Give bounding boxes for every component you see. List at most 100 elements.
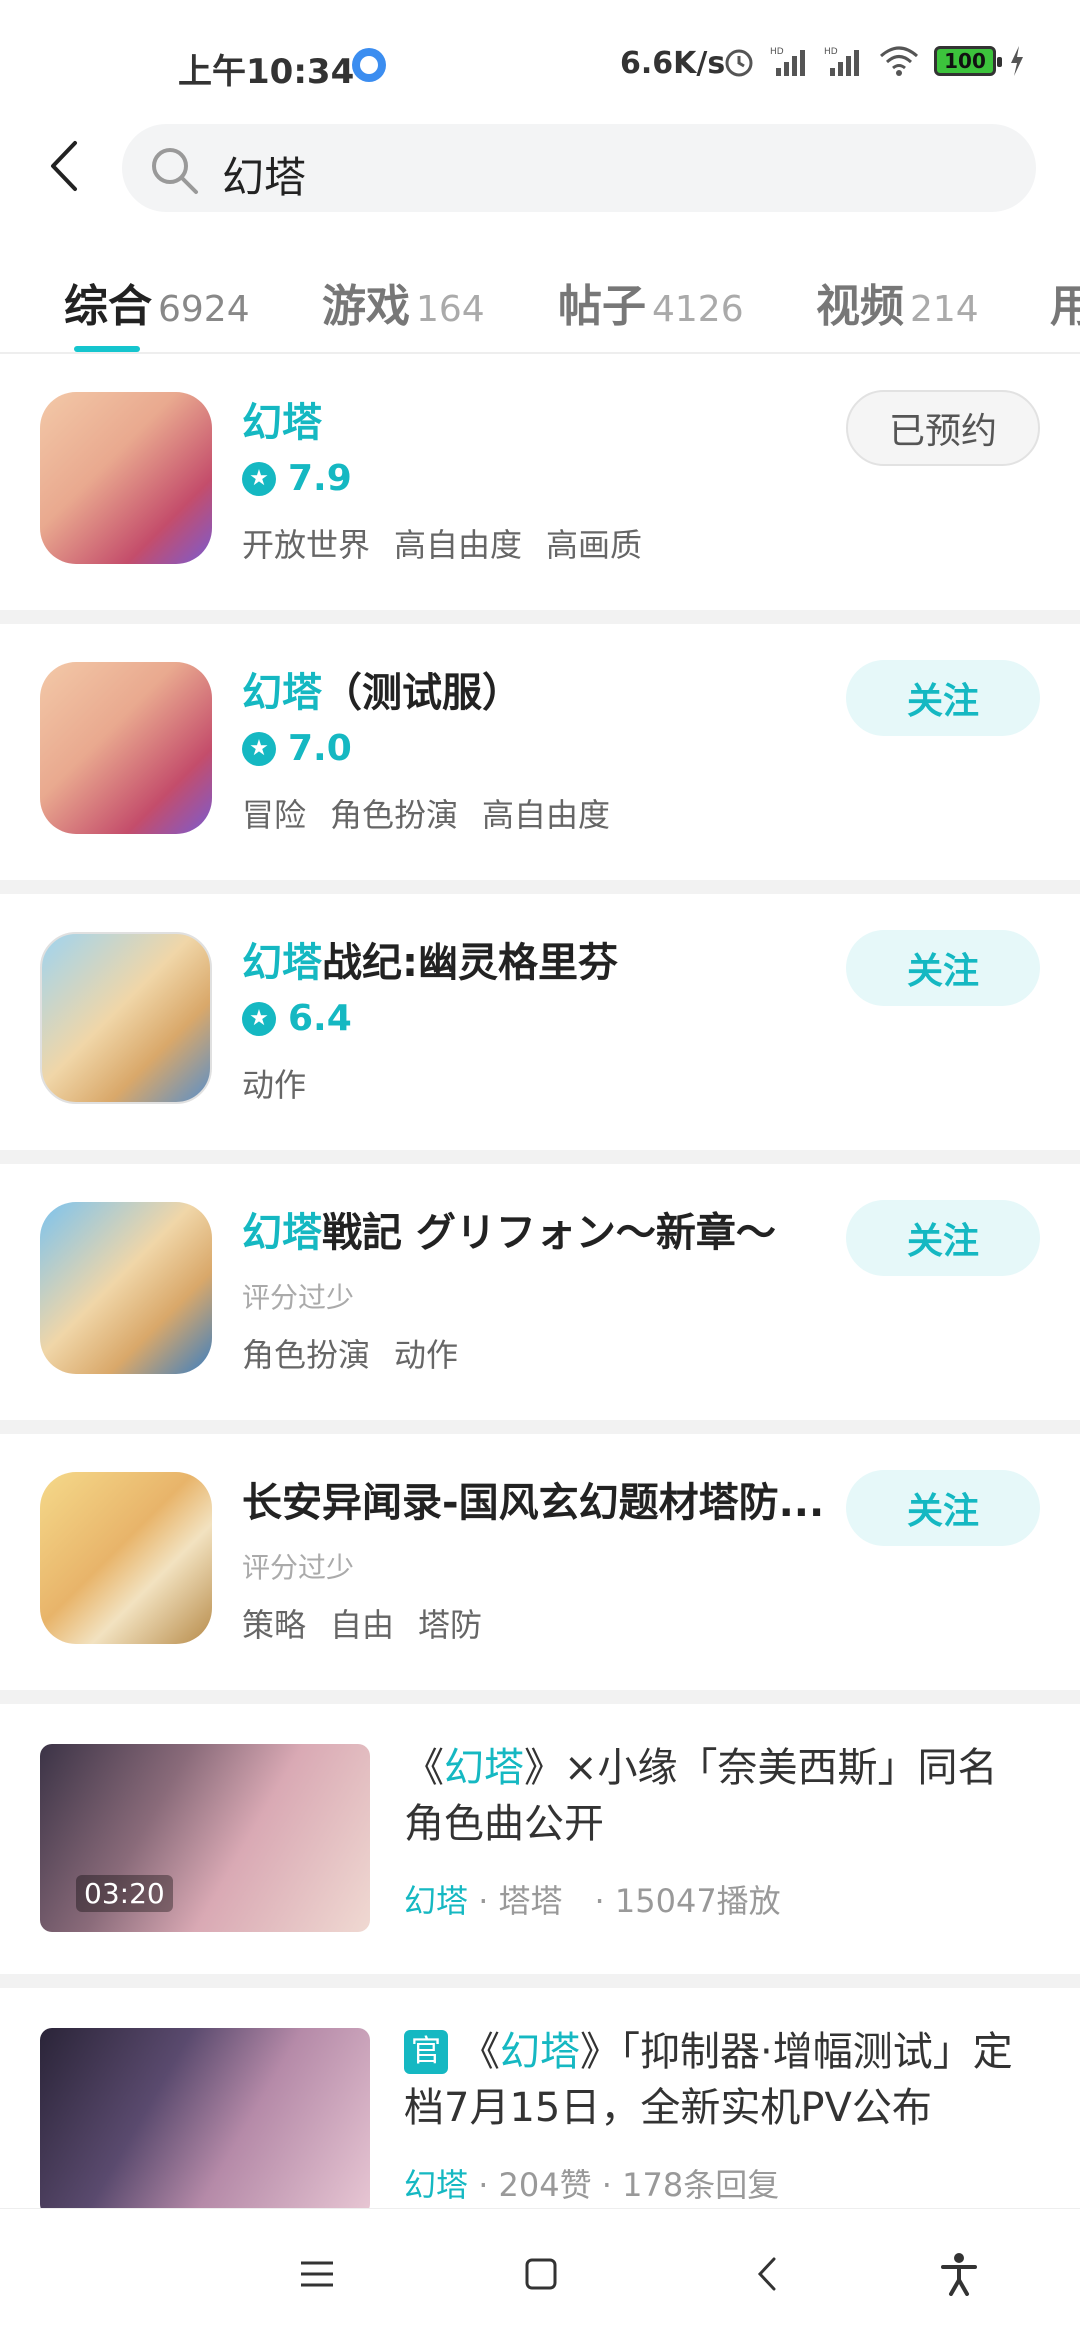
- tab-count: 4126: [652, 289, 744, 330]
- game-tag: 动作: [242, 1066, 307, 1104]
- game-tag: 塔防: [418, 1606, 483, 1644]
- game-tags: 冒险 角色扮演 高自由度: [242, 790, 610, 836]
- signal-hd-icon-2: HD: [824, 47, 859, 76]
- tab-count: 164: [416, 289, 485, 330]
- follow-button[interactable]: 关注: [846, 1200, 1040, 1276]
- game-tag: 动作: [394, 1336, 459, 1374]
- game-title: 幻塔: [242, 400, 322, 446]
- divider: [0, 1420, 1080, 1434]
- status-icons: HD HD 100: [722, 44, 1024, 78]
- tab-users[interactable]: 用: [1050, 270, 1080, 334]
- tab-count: 214: [910, 289, 979, 330]
- video-title: 《幻塔》×小缘「奈美西斯」同名角色曲公开: [404, 1745, 998, 1847]
- divider: [0, 1974, 1080, 1988]
- divider: [0, 1150, 1080, 1164]
- game-title: 幻塔戦記 グリフォン～新章～: [242, 1210, 776, 1256]
- tab-overall[interactable]: 综合 6924: [64, 270, 250, 334]
- divider: [0, 610, 1080, 624]
- game-list-item[interactable]: 幻塔戦記 グリフォン～新章～ 评分过少 角色扮演 动作 关注: [0, 1164, 1080, 1420]
- signal-hd-icon: HD: [770, 47, 805, 76]
- alarm-icon: [725, 49, 753, 77]
- status-time: 上午10:34: [178, 52, 355, 92]
- status-bar: 上午10:34 6.6K/s HD HD 100: [0, 0, 1080, 130]
- follow-button[interactable]: 关注: [846, 1470, 1040, 1546]
- search-query-text: 幻塔: [222, 153, 307, 202]
- network-speed: 6.6K/s: [620, 46, 726, 81]
- tab-label: 游戏: [322, 281, 410, 332]
- tab-posts[interactable]: 帖子 4126: [558, 270, 744, 334]
- game-icon: [40, 662, 212, 834]
- game-tags: 策略 自由 塔防: [242, 1600, 482, 1646]
- follow-button[interactable]: 关注: [846, 660, 1040, 736]
- tab-label: 用: [1050, 281, 1080, 332]
- search-header: 幻塔: [0, 122, 1080, 212]
- battery-icon: 100: [934, 46, 1002, 76]
- tab-label: 综合: [64, 281, 152, 332]
- notification-app-icon: [352, 48, 386, 82]
- active-tab-indicator: [74, 346, 140, 352]
- menu-button[interactable]: [282, 2239, 352, 2309]
- tab-games[interactable]: 游戏 164: [322, 270, 485, 334]
- game-title: 幻塔战纪:幽灵格里芬: [242, 940, 618, 986]
- game-title: 长安异闻录-国风玄幻题材塔防...: [242, 1480, 825, 1526]
- game-tag: 自由: [330, 1606, 395, 1644]
- battery-level: 100: [944, 49, 986, 73]
- game-icon: [40, 392, 212, 564]
- video-duration: 03:20: [76, 1875, 173, 1912]
- game-tags: 角色扮演 动作: [242, 1330, 458, 1376]
- system-nav-bar: [0, 2208, 1080, 2340]
- back-arrow-icon: [51, 141, 77, 191]
- official-badge: 官: [404, 2030, 448, 2074]
- game-tag: 开放世界: [242, 526, 371, 564]
- search-icon: [152, 148, 198, 194]
- tab-label: 帖子: [558, 281, 646, 332]
- home-square-icon: [525, 2258, 557, 2290]
- video-thumbnail: 03:20: [40, 1744, 370, 1932]
- accessibility-button[interactable]: [924, 2239, 994, 2309]
- game-tags: 开放世界 高自由度 高画质: [242, 520, 642, 566]
- game-icon: [40, 1202, 212, 1374]
- game-title: 幻塔（测试服）: [242, 670, 522, 716]
- svg-text:HD: HD: [770, 47, 784, 57]
- game-tag: 冒险: [242, 796, 307, 834]
- game-tag: 高画质: [546, 526, 643, 564]
- tab-videos[interactable]: 视频 214: [816, 270, 979, 334]
- follow-button[interactable]: 关注: [846, 930, 1040, 1006]
- game-list-item[interactable]: 长安异闻录-国风玄幻题材塔防... 评分过少 策略 自由 塔防 关注: [0, 1434, 1080, 1690]
- reserved-button[interactable]: 已预约: [846, 390, 1040, 466]
- home-button[interactable]: [506, 2239, 576, 2309]
- tab-label: 视频: [816, 281, 904, 332]
- game-icon: [40, 1472, 212, 1644]
- back-chevron-icon: [757, 2257, 776, 2291]
- search-input[interactable]: 幻塔: [122, 124, 1036, 212]
- back-button[interactable]: [34, 136, 94, 196]
- rating-too-few: 评分过少: [242, 1281, 355, 1314]
- game-rating: ★ 6.4: [242, 998, 352, 1039]
- game-tag: 策略: [242, 1606, 307, 1644]
- svg-text:HD: HD: [824, 47, 838, 57]
- menu-icon: [301, 2261, 333, 2287]
- wifi-icon: [880, 46, 918, 76]
- game-tag: 角色扮演: [242, 1336, 371, 1374]
- divider: [0, 880, 1080, 894]
- game-tag: 高自由度: [482, 796, 611, 834]
- game-list-item[interactable]: 幻塔（测试服） ★ 7.0 冒险 角色扮演 高自由度 关注: [0, 624, 1080, 880]
- game-list-item[interactable]: 幻塔 ★ 7.9 开放世界 高自由度 高画质 已预约: [0, 354, 1080, 610]
- game-tag: 高自由度: [394, 526, 523, 564]
- star-icon: ★: [242, 1001, 276, 1036]
- video-meta: 幻塔 · 塔塔 · 15047播放: [404, 1882, 781, 1920]
- post-thumbnail: [40, 2028, 370, 2208]
- search-result-tabs: 综合6924 游戏164 帖子4126 视频214 用: [0, 262, 1080, 354]
- game-tag: 角色扮演: [330, 796, 459, 834]
- post-title: 官《幻塔》「抑制器·增幅测试」定档7月15日，全新实机PV公布: [404, 2029, 1013, 2131]
- post-meta: 幻塔 · 204赞 · 178条回复: [404, 2166, 780, 2204]
- game-list-item[interactable]: 幻塔战纪:幽灵格里芬 ★ 6.4 动作 关注: [0, 894, 1080, 1150]
- game-rating: ★ 7.0: [242, 728, 352, 769]
- star-icon: ★: [242, 461, 276, 496]
- post-list-item[interactable]: 官《幻塔》「抑制器·增幅测试」定档7月15日，全新实机PV公布 幻塔 · 204…: [0, 1988, 1080, 2208]
- system-back-button[interactable]: [732, 2239, 802, 2309]
- game-rating: ★ 7.9: [242, 458, 352, 499]
- tab-count: 6924: [158, 289, 250, 330]
- star-icon: ★: [242, 731, 276, 766]
- video-list-item[interactable]: 03:20 《幻塔》×小缘「奈美西斯」同名角色曲公开 幻塔 · 塔塔 · 150…: [0, 1704, 1080, 1974]
